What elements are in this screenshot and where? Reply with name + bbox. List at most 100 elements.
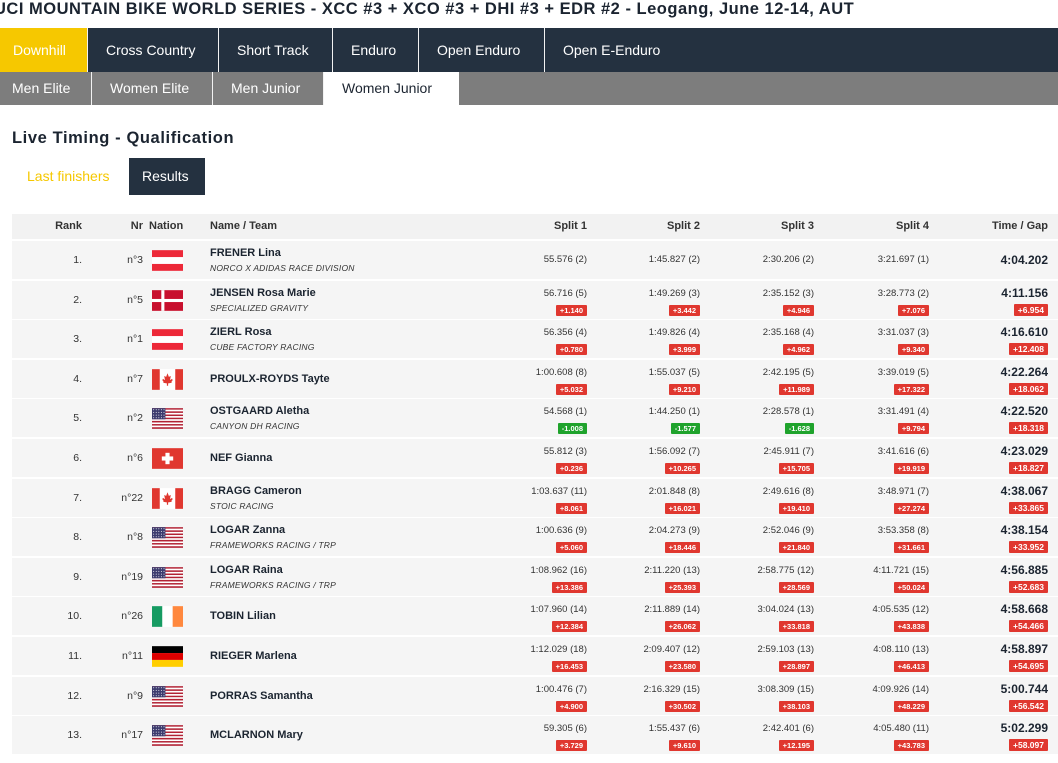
table-row[interactable]: 6. n°6 NEF Gianna 55.812 (3) +0.236 1:56.092 … — [12, 439, 1058, 477]
rider-name[interactable]: NEF Gianna — [210, 452, 272, 464]
table-row[interactable]: 10. n°26 TOBIN Lilian 1:07.960 (14) +12.384 2… — [12, 597, 1058, 636]
col-nation: Nation — [149, 220, 184, 232]
split-gap-badge: +23.580 — [664, 661, 700, 672]
split-gap-badge: +33.818 — [778, 621, 814, 633]
table-row[interactable]: 1. n°3 FRENER Lina NORCO X ADIDAS RACE DIVI… — [12, 241, 1058, 279]
results-table: Rank Nr Nation Name / Team Split 1 Split… — [12, 214, 1058, 755]
split-4: 3:39.019 (5) +17.322 — [878, 367, 929, 397]
split-gap-badge: +0.236 — [555, 463, 587, 474]
split-time: 3:39.019 (5) — [877, 366, 929, 378]
team-name: CANYON DH RACING — [210, 421, 300, 432]
rank: 13. — [67, 729, 82, 742]
tab-open-enduro[interactable]: Open Enduro — [419, 28, 545, 72]
bib-number: n°17 — [121, 729, 143, 742]
final-time: 4:16.610 — [1000, 325, 1048, 340]
tab-short-track[interactable]: Short Track — [219, 28, 333, 72]
table-row[interactable]: 3. n°1 ZIERL Rosa CUBE FACTORY RACING 56.356… — [12, 320, 1058, 359]
rank: 2. — [73, 293, 82, 306]
rider-name[interactable]: JENSEN Rosa Marie — [210, 287, 316, 299]
team-name: CUBE FACTORY RACING — [210, 342, 315, 353]
split-1: 56.356 (4) +0.780 — [544, 327, 587, 357]
table-row[interactable]: 5. n°2 OSTGAARD Aletha CANYON DH RACING 54.5… — [12, 399, 1058, 438]
split-4: 3:31.037 (3) +9.340 — [878, 327, 929, 357]
split-3: 2:30.206 (2) — [763, 254, 814, 266]
split-gap-badge: +9.340 — [897, 344, 929, 356]
tab-last-finishers[interactable]: Last finishers — [12, 158, 129, 195]
col-rank: Rank — [55, 220, 82, 232]
rider-name[interactable]: MCLARNON Mary — [210, 729, 303, 741]
rider-name[interactable]: BRAGG Cameron — [210, 485, 302, 497]
tab-open-e-enduro[interactable]: Open E-Enduro — [545, 28, 693, 72]
time-gap: 5:02.299 +58.097 — [1001, 721, 1048, 753]
tab-cross-country[interactable]: Cross Country — [88, 28, 219, 72]
rank: 10. — [67, 610, 82, 623]
gap-badge: +54.466 — [1009, 620, 1048, 633]
table-row[interactable]: 12. n°9 PORRAS Samantha 1:00.476 (7) +4.900 2… — [12, 676, 1058, 715]
table-row[interactable]: 4. n°7 PROULX-ROYDS Tayte 1:00.608 (8) +5.03… — [12, 359, 1058, 398]
split-time: 1:00.636 (9) — [535, 525, 587, 537]
rider-name[interactable]: ZIERL Rosa — [210, 326, 272, 338]
rider-name[interactable]: TOBIN Lilian — [210, 610, 276, 622]
split-4: 3:53.358 (8) +31.661 — [878, 525, 929, 555]
rider-name[interactable]: OSTGAARD Aletha — [210, 405, 309, 417]
split-time: 3:41.616 (6) — [877, 446, 929, 457]
bib-number: n°6 — [127, 452, 143, 464]
rider-name[interactable]: PORRAS Samantha — [210, 690, 313, 702]
split-gap-badge: +38.103 — [778, 700, 814, 712]
tab-enduro[interactable]: Enduro — [333, 28, 419, 72]
tab-women-elite[interactable]: Women Elite — [92, 72, 213, 105]
flag-icon — [152, 487, 183, 509]
flag-icon — [152, 329, 183, 351]
split-time: 54.568 (1) — [543, 406, 587, 418]
tab-men-elite[interactable]: Men Elite — [0, 72, 92, 105]
tab-men-junior[interactable]: Men Junior — [213, 72, 324, 105]
split-3: 2:45.911 (7) +15.705 — [763, 446, 814, 476]
table-row[interactable]: 9. n°19 LOGAR Raina FRAMEWORKS RACING / TRP… — [12, 557, 1058, 596]
table-row[interactable]: 8. n°8 LOGAR Zanna FRAMEWORKS RACING / TRP 1… — [12, 518, 1058, 557]
split-time: 56.716 (5) — [543, 287, 587, 299]
table-row[interactable]: 7. n°22 BRAGG Cameron STOIC RACING 1:03.637 … — [12, 478, 1058, 517]
rider-name[interactable]: LOGAR Raina — [210, 564, 283, 576]
split-1: 1:00.608 (8) +5.032 — [536, 367, 587, 397]
bib-number: n°26 — [121, 610, 143, 623]
time-gap: 4:38.067 +33.865 — [1001, 484, 1048, 516]
final-time: 4:38.067 — [1000, 483, 1048, 498]
split-2: 1:55.037 (5) +9.210 — [649, 367, 700, 397]
tab-downhill[interactable]: Downhill — [0, 28, 88, 72]
split-gap-badge: +5.060 — [555, 542, 587, 554]
col-nr: Nr — [130, 220, 143, 232]
rider-name[interactable]: LOGAR Zanna — [210, 524, 285, 536]
split-gap-badge: +7.076 — [897, 304, 929, 316]
flag-icon — [152, 646, 183, 667]
gap-badge: +58.097 — [1009, 739, 1048, 752]
split-time: 1:55.037 (5) — [648, 366, 700, 378]
flag-icon — [152, 289, 183, 311]
table-row[interactable]: 13. n°17 MCLARNON Mary 59.305 (6) +3.729 1:55… — [12, 716, 1058, 755]
tab-results[interactable]: Results — [129, 158, 205, 195]
page-title: UCI MOUNTAIN BIKE WORLD SERIES - XCC #3 … — [0, 0, 855, 18]
table-row[interactable]: 2. n°5 JENSEN Rosa Marie SPECIALIZED GRAVIT… — [12, 280, 1058, 319]
split-3: 2:35.168 (4) +4.962 — [763, 327, 814, 357]
rider-name[interactable]: FRENER Lina — [210, 247, 281, 259]
time-gap: 4:22.520 +18.318 — [1001, 404, 1048, 436]
rank: 7. — [73, 491, 82, 504]
split-time: 2:04.273 (9) — [648, 525, 700, 537]
split-time: 4:05.480 (11) — [873, 723, 929, 735]
split-2: 2:11.220 (13) +25.393 — [644, 565, 700, 595]
flag-icon — [152, 725, 183, 747]
split-time: 1:12.029 (18) — [530, 644, 587, 655]
split-time: 56.356 (4) — [543, 327, 587, 339]
split-gap-badge: +3.729 — [555, 740, 587, 752]
gap-badge: +18.318 — [1009, 422, 1048, 435]
final-time: 4:04.202 — [1000, 253, 1048, 267]
rider-name[interactable]: PROULX-ROYDS Tayte — [210, 373, 330, 385]
split-time: 1:08.962 (16) — [530, 564, 587, 576]
flag-icon — [152, 527, 183, 549]
split-time: 2:49.616 (8) — [762, 485, 814, 497]
split-1: 1:12.029 (18) +16.453 — [530, 644, 587, 674]
tab-women-junior[interactable]: Women Junior — [324, 72, 459, 105]
rider-name[interactable]: RIEGER Marlena — [210, 650, 297, 662]
table-row[interactable]: 11. n°11 RIEGER Marlena 1:12.029 (18) +16.45… — [12, 637, 1058, 675]
split-4: 4:11.721 (15) +50.024 — [873, 565, 929, 595]
time-gap: 4:04.202 — [1001, 253, 1048, 267]
